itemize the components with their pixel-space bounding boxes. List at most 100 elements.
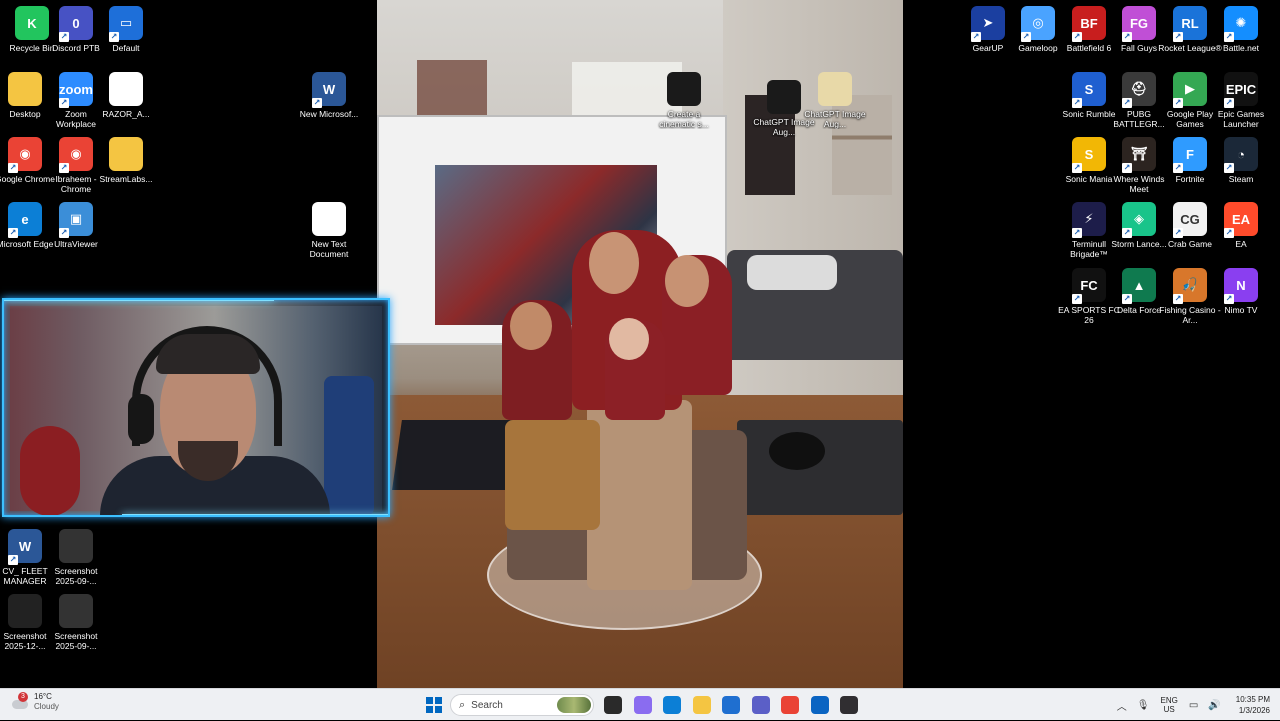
- desktop-icon[interactable]: ▣UltraViewer: [44, 200, 108, 249]
- desktop-icon[interactable]: EPICEpic Games Launcher: [1209, 70, 1273, 129]
- search-placeholder: Search: [471, 699, 503, 711]
- system-tray: ︿ 🎙 ENG US ▭ 🔊 10:35 PM 1/3/2026: [1112, 689, 1272, 721]
- start-button[interactable]: [422, 693, 446, 717]
- desktop-icon-label: EA: [1235, 239, 1247, 249]
- image-file-icon: [818, 72, 852, 106]
- desktop-icon[interactable]: New Text Document: [297, 200, 361, 259]
- desktop-icon[interactable]: Screenshot 2025-09-...: [44, 527, 108, 586]
- desktop-icon[interactable]: ✺Battle.net: [1209, 4, 1273, 53]
- word-icon: W: [312, 72, 346, 108]
- delta-force-icon: ▲: [1122, 268, 1156, 304]
- image-file-icon: [667, 72, 701, 106]
- terminull-icon: ⚡: [1072, 202, 1106, 238]
- clock-time: 10:35 PM: [1235, 695, 1270, 704]
- discord-icon: 0: [59, 6, 93, 42]
- language-line: ENG: [1160, 696, 1178, 705]
- desktop-icon[interactable]: WNew Microsof...: [297, 70, 361, 119]
- nimo-tv-icon: N: [1224, 268, 1258, 304]
- taskbar-app-button[interactable]: [778, 693, 802, 717]
- taskbar-app-button[interactable]: [660, 693, 684, 717]
- desktop-icon-label: New Text Document: [309, 239, 349, 259]
- desktop-icon-label: Screenshot 2025-09-...: [54, 566, 98, 586]
- monitor-icon: ▭: [109, 6, 143, 42]
- desktop-icon-label: Default: [112, 43, 140, 53]
- desktop-icon-label: ChatGPT Image Aug...: [804, 109, 866, 129]
- steam-icon: ◔: [1224, 137, 1258, 173]
- taskbar-app-button[interactable]: [808, 693, 832, 717]
- region-line: US: [1163, 705, 1175, 714]
- ea-icon: EA: [1224, 202, 1258, 238]
- taskbar-app-button[interactable]: [719, 693, 743, 717]
- screenshot-icon: [59, 529, 93, 563]
- desktop-icon-label: Nimo TV: [1224, 305, 1258, 315]
- rocket-league-icon: RL: [1173, 6, 1207, 42]
- desktop-icon[interactable]: ChatGPT Image Aug...: [803, 70, 867, 129]
- chrome-icon: [781, 696, 799, 714]
- network-icon[interactable]: ▭: [1189, 700, 1198, 711]
- ultraviewer-icon: ▣: [59, 202, 93, 238]
- google-play-icon: ▶: [1173, 72, 1207, 108]
- taskbar: 3 16°C Cloudy ⌕ Search ︿ 🎙 ENG US ▭ 🔊 10…: [0, 688, 1280, 720]
- pubg-icon: ⛑: [1122, 72, 1156, 108]
- fc26-icon: FC: [1072, 268, 1106, 304]
- desktop-icon-label: StreamLabs...: [99, 174, 153, 184]
- crab-game-icon: CG: [1173, 202, 1207, 238]
- volume-icon[interactable]: 🔊: [1208, 700, 1220, 711]
- screenshot-icon: [8, 594, 42, 628]
- where-winds-meet-icon: ⛩: [1122, 137, 1156, 173]
- taskbar-app-button[interactable]: [837, 693, 861, 717]
- fishing-casino-icon: 🎣: [1173, 268, 1207, 304]
- webcam-overlay: [2, 298, 390, 517]
- desktop-icon[interactable]: ◔Steam: [1209, 135, 1273, 184]
- taskbar-app-button[interactable]: [631, 693, 655, 717]
- desktop-icon[interactable]: EAEA: [1209, 200, 1273, 249]
- desktop-icon-label: Screenshot 2025-09-...: [54, 631, 98, 651]
- taskbar-app-button[interactable]: [749, 693, 773, 717]
- language-indicator[interactable]: ENG US: [1161, 696, 1178, 714]
- battlefield-icon: BF: [1072, 6, 1106, 42]
- search-icon: ⌕: [459, 698, 466, 711]
- chrome-icon: ◉: [8, 137, 42, 173]
- fortnite-icon: F: [1173, 137, 1207, 173]
- folder-icon: [8, 72, 42, 106]
- edge-icon: [663, 696, 681, 714]
- folder-icon: [109, 137, 143, 171]
- cloud-icon: 3: [10, 692, 30, 712]
- file-explorer-icon: [693, 696, 711, 714]
- gearup-icon: ➤: [971, 6, 1005, 42]
- desktop-icon[interactable]: RAZOR_A...: [94, 70, 158, 119]
- desktop-icon-label: Create a cinematic s...: [659, 109, 709, 129]
- chevron-up-icon[interactable]: ︿: [1117, 698, 1127, 713]
- weather-widget[interactable]: 3 16°C Cloudy: [10, 692, 59, 712]
- teams-icon: [752, 696, 770, 714]
- desktop-icon[interactable]: Screenshot 2025-09-...: [44, 592, 108, 651]
- screenshot-icon: [59, 594, 93, 628]
- microphone-icon[interactable]: 🎙: [1137, 700, 1150, 711]
- chrome-profile-icon: ◉: [59, 137, 93, 173]
- windows-logo-icon: [426, 697, 442, 713]
- search-highlight-icon: [557, 697, 591, 713]
- taskbar-app-button[interactable]: [690, 693, 714, 717]
- clock-date: 1/3/2026: [1238, 706, 1270, 715]
- storm-lance-icon: ◈: [1122, 202, 1156, 238]
- weather-temperature: 16°C: [34, 692, 52, 701]
- word-icon: W: [8, 529, 42, 565]
- zoom-icon: zoom: [59, 72, 93, 108]
- desktop-icon[interactable]: NNimo TV: [1209, 266, 1273, 315]
- desktop-icon[interactable]: Create a cinematic s...: [652, 70, 716, 129]
- battlenet-icon: ✺: [1224, 6, 1258, 42]
- notification-badge: 3: [18, 692, 28, 702]
- copilot-icon: [634, 696, 652, 714]
- taskbar-search-box[interactable]: ⌕ Search: [450, 694, 594, 716]
- desktop-icon-label: Battle.net: [1223, 43, 1259, 53]
- obs-icon: [840, 696, 858, 714]
- taskbar-app-button[interactable]: [601, 693, 625, 717]
- desktop-icon-label: RAZOR_A...: [102, 109, 150, 119]
- desktop-icon[interactable]: ▭Default: [94, 4, 158, 53]
- desktop-icon[interactable]: StreamLabs...: [94, 135, 158, 184]
- clock[interactable]: 10:35 PM 1/3/2026: [1236, 694, 1270, 716]
- sonic-icon: S: [1072, 72, 1106, 108]
- fallguys-icon: FG: [1122, 6, 1156, 42]
- outlook-icon: [811, 696, 829, 714]
- epic-games-icon: EPIC: [1224, 72, 1258, 108]
